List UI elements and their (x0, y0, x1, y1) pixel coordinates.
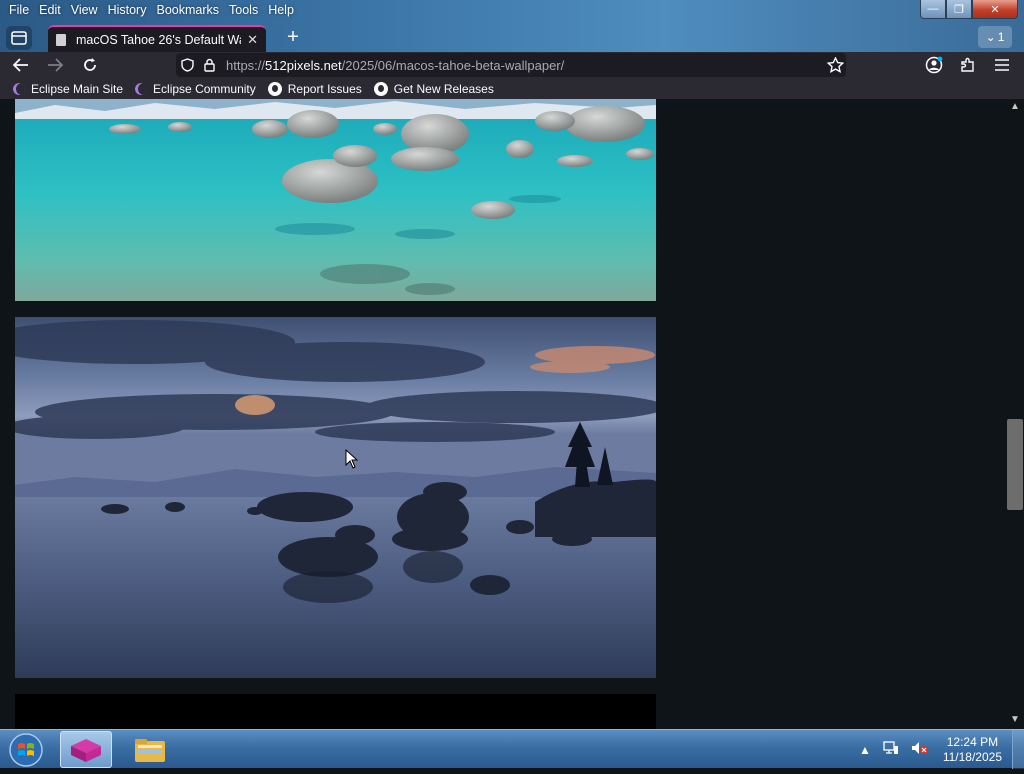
menu-edit[interactable]: Edit (34, 0, 66, 20)
bookmark-eclipse-main-site[interactable]: Eclipse Main Site (8, 82, 128, 96)
puzzle-icon (961, 57, 974, 72)
url-prefix: https:// (226, 57, 266, 73)
scrollbar-thumb[interactable] (1007, 419, 1023, 511)
chevron-down-icon: ⌄ (985, 30, 996, 44)
scroll-down-arrow-icon[interactable]: ▼ (1009, 714, 1021, 726)
reload-icon (84, 58, 96, 71)
firefox-view-icon (11, 31, 27, 45)
back-button[interactable] (8, 52, 34, 78)
mouse-cursor-icon (345, 449, 359, 469)
page-content[interactable]: ▲ ▼ (0, 99, 1024, 729)
tracking-protection-shield-icon[interactable] (176, 58, 198, 72)
navigation-toolbar: https://512pixels.net/2025/06/macos-taho… (0, 52, 1024, 78)
network-icon[interactable] (883, 741, 899, 758)
show-desktop-button[interactable] (1012, 730, 1024, 769)
clock[interactable]: 12:24 PM 11/18/2025 (943, 735, 1002, 765)
tab-close-icon[interactable]: ✕ (247, 32, 258, 48)
show-hidden-icons-arrow-icon[interactable]: ▲ (859, 743, 871, 757)
tab-count: 1 (997, 30, 1005, 44)
menu-bookmarks[interactable]: Bookmarks (151, 0, 224, 20)
clock-date: 11/18/2025 (942, 749, 1002, 764)
reload-button[interactable] (77, 52, 103, 78)
window-controls: — ❐ ✕ (920, 0, 1018, 19)
bookmark-report-issues[interactable]: Report Issues (263, 81, 367, 96)
tab-title: macOS Tahoe 26's Default Wallp (76, 32, 242, 47)
menu-tools[interactable]: Tools (224, 0, 263, 20)
bookmark-label: Get New Releases (393, 81, 494, 96)
menu-bar: File Edit View History Bookmarks Tools H… (0, 0, 299, 20)
folder-icon (135, 738, 165, 762)
url-path: /2025/06/macos-tahoe-beta-wallpaper/ (341, 57, 565, 73)
bookmark-eclipse-community[interactable]: Eclipse Community (130, 82, 261, 96)
bookmark-label: Eclipse Main Site (31, 81, 124, 96)
menu-file[interactable]: File (4, 0, 34, 20)
bookmark-label: Eclipse Community (153, 81, 256, 96)
taskbar: ▲ 12:24 PM 11/18/2025 (0, 729, 1024, 769)
title-bar: File Edit View History Bookmarks Tools H… (0, 0, 1024, 52)
github-icon (267, 81, 282, 96)
address-bar[interactable]: https://512pixels.net/2025/06/macos-taho… (176, 53, 846, 77)
bookmark-label: Report Issues (287, 81, 362, 96)
bookmarks-toolbar: Eclipse Main Site Eclipse Community Repo… (0, 78, 1024, 99)
maximize-button[interactable]: ❐ (946, 0, 972, 19)
firefox-view-button[interactable] (6, 26, 32, 50)
extensions-button[interactable] (955, 52, 981, 78)
scroll-up-arrow-icon[interactable]: ▲ (1009, 101, 1021, 113)
github-icon (373, 81, 388, 96)
hamburger-menu-icon (995, 59, 1009, 71)
bookmark-get-new-releases[interactable]: Get New Releases (369, 81, 499, 96)
wallpaper-image-day (15, 99, 656, 301)
tab-strip: macOS Tahoe 26's Default Wallp ✕ + ⌄ 1 (0, 24, 1024, 52)
bookmark-star-button[interactable] (822, 52, 848, 78)
back-arrow-icon (13, 58, 28, 72)
app-cube-icon (71, 738, 101, 762)
url-text: https://512pixels.net/2025/06/macos-taho… (226, 58, 564, 73)
clock-time: 12:24 PM (946, 734, 999, 749)
minimize-button[interactable]: — (920, 0, 946, 19)
menu-help[interactable]: Help (263, 0, 299, 20)
close-window-button[interactable]: ✕ (972, 0, 1018, 19)
system-tray: ▲ 12:24 PM 11/18/2025 (853, 730, 1024, 769)
volume-muted-icon[interactable] (911, 741, 929, 758)
menu-history[interactable]: History (103, 0, 152, 20)
url-host: 512pixels.net (265, 57, 342, 73)
menu-view[interactable]: View (66, 0, 103, 20)
star-icon (826, 57, 844, 73)
taskbar-file-explorer-button[interactable] (124, 731, 176, 768)
account-button[interactable] (921, 52, 947, 78)
forward-arrow-icon (48, 58, 63, 72)
eclipse-icon (13, 82, 25, 95)
eclipse-icon (135, 82, 148, 95)
app-menu-button[interactable] (989, 52, 1015, 78)
windows-logo-icon (9, 733, 43, 767)
new-tab-button[interactable]: + (282, 26, 304, 50)
tab-active[interactable]: macOS Tahoe 26's Default Wallp ✕ (48, 25, 266, 52)
wallpaper-image-night (15, 694, 656, 729)
lock-icon[interactable] (198, 58, 220, 72)
wallpaper-image-dusk (15, 317, 656, 678)
page-favicon-icon (56, 33, 66, 46)
taskbar-app-button[interactable] (60, 731, 112, 768)
account-icon (925, 56, 943, 74)
page-scrollbar[interactable]: ▲ ▼ (1006, 99, 1024, 729)
start-button[interactable] (6, 731, 46, 769)
list-all-tabs-button[interactable]: ⌄ 1 (978, 26, 1012, 48)
forward-button[interactable] (42, 52, 68, 78)
